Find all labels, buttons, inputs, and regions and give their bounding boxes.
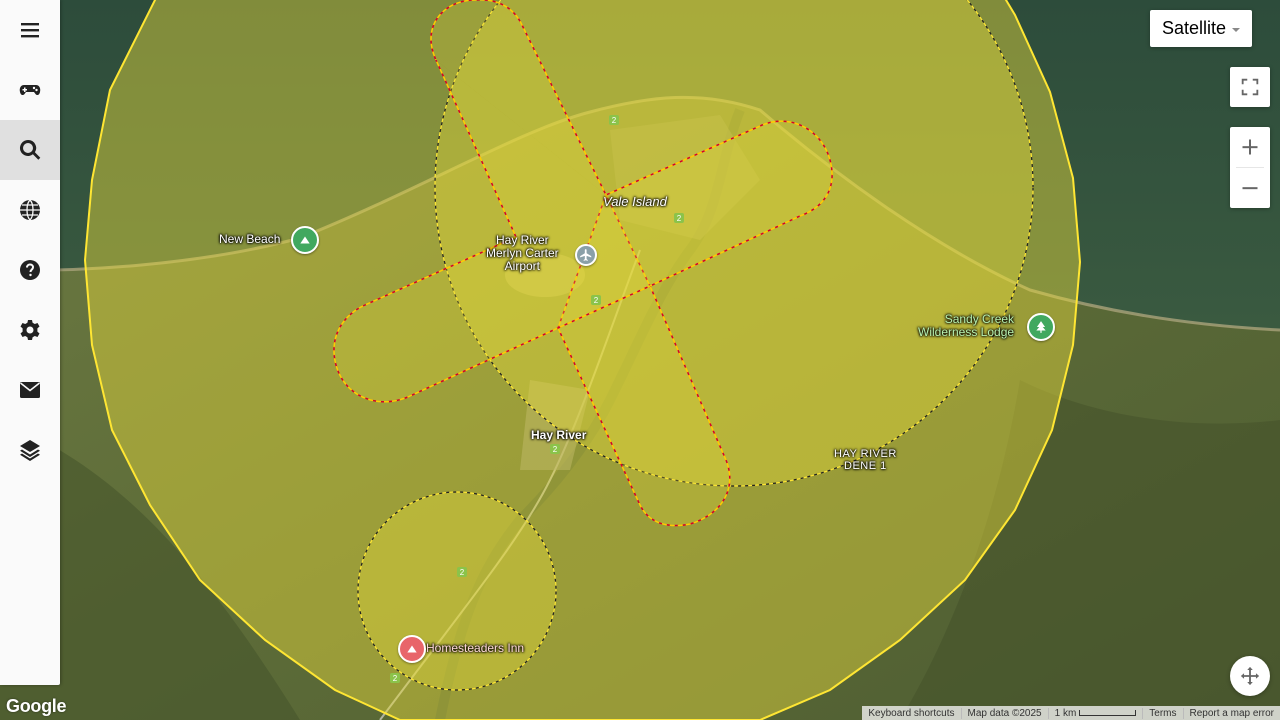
search-icon bbox=[19, 139, 41, 160]
place-label-homesteaders: Homesteaders Inn bbox=[426, 641, 525, 655]
gear-icon bbox=[20, 320, 40, 340]
satellite-map[interactable] bbox=[0, 0, 1280, 720]
place-label-airport: Hay River Merlyn Carter Airport bbox=[486, 234, 559, 273]
layers-icon bbox=[20, 440, 40, 461]
chevron-down-icon bbox=[1232, 27, 1241, 32]
airport-pin-icon[interactable] bbox=[575, 244, 597, 266]
pan-arrows-icon bbox=[1240, 666, 1260, 686]
place-label-vale-island: Vale Island bbox=[603, 194, 667, 209]
mail-icon bbox=[20, 382, 40, 398]
homesteaders-circle-zone[interactable] bbox=[357, 491, 557, 691]
sidebar-item-mail[interactable] bbox=[0, 360, 60, 420]
place-label-new-beach: New Beach bbox=[219, 232, 281, 246]
route-shield: 2 bbox=[591, 295, 601, 305]
fullscreen-button[interactable] bbox=[1230, 67, 1270, 107]
help-icon bbox=[20, 260, 40, 280]
zoom-out-button[interactable] bbox=[1230, 168, 1270, 208]
map-footer: Keyboard shortcuts Map data ©2025 1 km T… bbox=[862, 706, 1280, 720]
route-shield: 2 bbox=[390, 673, 400, 683]
terms-link[interactable]: Terms bbox=[1142, 707, 1182, 719]
sidebar-item-help[interactable] bbox=[0, 240, 60, 300]
dene-line1: HAY RIVER bbox=[834, 448, 897, 460]
lodge-pin-icon[interactable] bbox=[1027, 313, 1055, 341]
route-shield: 2 bbox=[609, 115, 619, 125]
report-error-link[interactable]: Report a map error bbox=[1182, 707, 1280, 719]
route-shield: 2 bbox=[457, 567, 467, 577]
hotel-pin-icon[interactable] bbox=[398, 635, 426, 663]
sidebar-item-game[interactable] bbox=[0, 60, 60, 120]
sidebar bbox=[0, 0, 60, 685]
map-type-label: Satellite bbox=[1161, 18, 1227, 38]
sidebar-item-layers[interactable] bbox=[0, 420, 60, 480]
airport-label-line3: Airport bbox=[504, 259, 541, 273]
minus-icon bbox=[1242, 187, 1258, 190]
map-data-attribution: Map data ©2025 bbox=[960, 707, 1048, 719]
scale-label: 1 km bbox=[1054, 707, 1077, 719]
camera-control-button[interactable] bbox=[1230, 656, 1270, 696]
globe-icon bbox=[20, 199, 40, 221]
google-logo[interactable]: Google bbox=[6, 696, 67, 717]
zoom-control bbox=[1230, 127, 1270, 208]
scale-bar bbox=[1079, 709, 1137, 716]
sandy-creek-line2: Wilderness Lodge bbox=[918, 325, 1015, 339]
place-label-sandy-creek: Sandy Creek Wilderness Lodge bbox=[918, 313, 1014, 339]
keyboard-shortcuts-link[interactable]: Keyboard shortcuts bbox=[862, 708, 960, 719]
place-label-hay-river-dene: HAY RIVER DENE 1 bbox=[834, 448, 897, 472]
route-shield: 2 bbox=[674, 213, 684, 223]
tree-icon bbox=[1036, 321, 1046, 333]
fullscreen-icon bbox=[1241, 78, 1259, 96]
sidebar-item-search[interactable] bbox=[0, 120, 60, 180]
plus-icon bbox=[1242, 139, 1258, 155]
zoom-in-button[interactable] bbox=[1230, 127, 1270, 167]
park-pin-icon[interactable] bbox=[291, 226, 319, 254]
dene-line2: DENE 1 bbox=[844, 460, 887, 472]
map-app: New Beach Vale Island Hay River Merlyn C… bbox=[0, 0, 1280, 720]
airplane-icon bbox=[580, 249, 592, 261]
sidebar-item-settings[interactable] bbox=[0, 300, 60, 360]
lodging-icon bbox=[407, 645, 417, 653]
sidebar-item-globe[interactable] bbox=[0, 180, 60, 240]
scale-indicator[interactable]: 1 km bbox=[1047, 707, 1143, 719]
menu-icon bbox=[21, 23, 39, 38]
sidebar-item-menu[interactable] bbox=[0, 0, 60, 60]
place-label-hay-river: Hay River bbox=[531, 428, 587, 442]
gamepad-icon bbox=[19, 85, 41, 96]
hiking-icon bbox=[300, 236, 310, 244]
map-type-dropdown[interactable]: Satellite bbox=[1150, 10, 1252, 47]
route-shield: 2 bbox=[550, 444, 560, 454]
